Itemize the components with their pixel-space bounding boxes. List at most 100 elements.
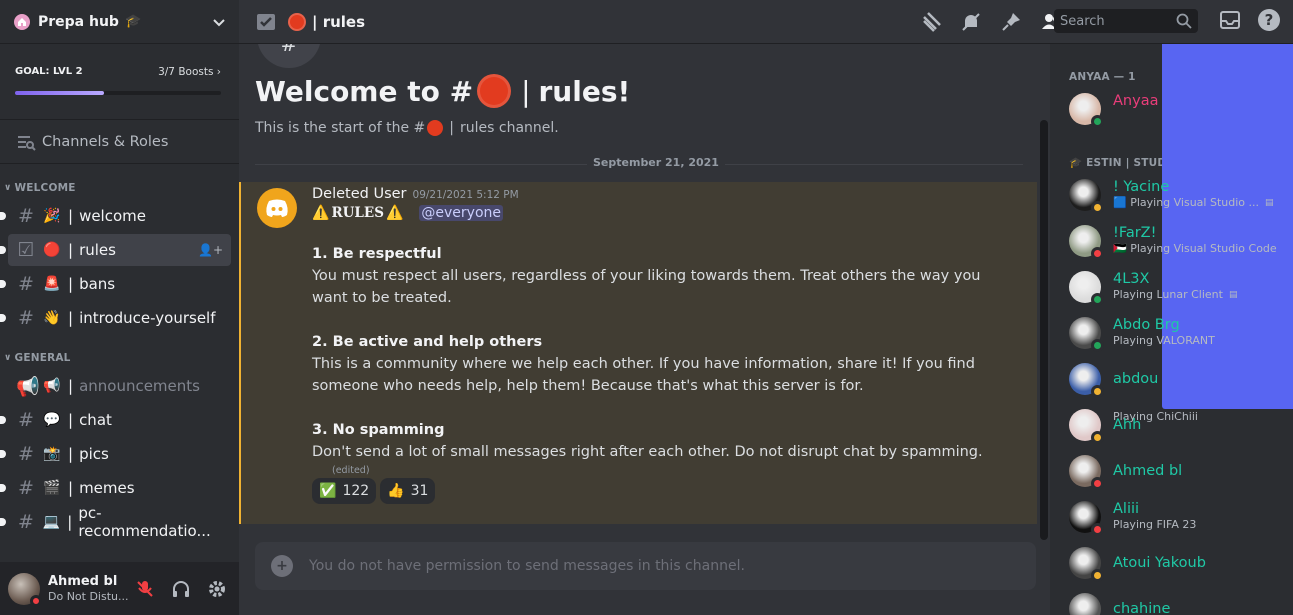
member-name: chahine: [1113, 601, 1171, 615]
red-circle-emoji: [288, 12, 306, 31]
user-avatar[interactable]: [8, 572, 42, 607]
member-item[interactable]: Abdo Brg Playing VALORANT: [1069, 312, 1215, 354]
everyone-mention[interactable]: @everyone: [419, 205, 504, 221]
channel-name: chat: [79, 411, 112, 429]
status-indicator: [1091, 293, 1104, 306]
message-item[interactable]: Deleted User 09/21/2021 5:12 PM ⚠️ RULES …: [239, 182, 1037, 524]
server-header[interactable]: Prepa hub 🎓: [0, 0, 239, 44]
member-name: ! Yacine: [1113, 179, 1170, 195]
channels-roles-button[interactable]: Channels & Roles: [0, 120, 239, 164]
member-name: abdou: [1113, 371, 1159, 387]
rich-presence-icon: ▤: [1265, 198, 1274, 208]
member-item[interactable]: Ahmed bl: [1069, 450, 1182, 492]
reaction-count: 31: [410, 483, 429, 499]
member-item[interactable]: abdou: [1069, 358, 1158, 400]
chevron-down-icon: ∨: [4, 183, 12, 193]
unread-indicator: [0, 416, 6, 424]
warning-icon: ⚠️: [385, 205, 404, 221]
member-name: Atoui Yakoub: [1113, 555, 1206, 571]
welcome-heading: Welcome to # | rules!: [255, 74, 631, 108]
thumbs-up-icon: 👍: [387, 483, 405, 499]
boost-goal[interactable]: GOAL: LVL 2 3/7 Boosts ›: [0, 44, 239, 120]
channel-emoji: 🔴: [43, 242, 61, 258]
boost-count: 3/7 Boosts: [158, 66, 214, 78]
member-activity: Playing FIFA 23: [1113, 518, 1197, 531]
svg-text:?: ?: [1265, 11, 1274, 29]
status-indicator: [1091, 569, 1104, 582]
category-welcome[interactable]: ∨ WELCOME: [0, 178, 239, 198]
reaction-count: 122: [342, 483, 370, 499]
member-name: Aliii: [1113, 501, 1140, 517]
chevron-down-icon: ∨: [4, 353, 12, 363]
chevron-down-icon[interactable]: [211, 14, 227, 30]
date-divider: September 21, 2021: [255, 156, 1023, 169]
category-general[interactable]: ∨ GENERAL: [0, 348, 239, 368]
member-item[interactable]: Aliii Playing FIFA 23: [1069, 496, 1196, 538]
threads-icon[interactable]: [919, 10, 943, 34]
channel-item[interactable]: # 💬 | chat: [0, 404, 231, 436]
member-activity: Playing Lunar Client: [1113, 288, 1223, 301]
welcome-sub-prefix: This is the start of the #: [255, 120, 426, 136]
notification-bell-muted-icon[interactable]: [959, 10, 983, 34]
chat-scrollbar[interactable]: [1040, 120, 1048, 540]
member-avatar: [1069, 547, 1104, 582]
rule-3-body: Don't send a lot of small messages right…: [312, 444, 983, 460]
member-list: ANYAA — 1 🎓 ESTIN | STUDENTS — 28 AnyaaA…: [1050, 44, 1293, 615]
pin-icon[interactable]: [999, 10, 1023, 34]
graduation-cap-icon: 🎓: [124, 14, 142, 29]
channel-emoji: 💬: [43, 412, 61, 428]
channel-name: rules: [79, 241, 116, 259]
search-input[interactable]: Search: [1054, 9, 1198, 33]
channel-item[interactable]: ☑ 🔴 | rules 👤+: [0, 234, 231, 266]
channels-roles-label: Channels & Roles: [42, 133, 169, 150]
author-avatar[interactable]: [257, 188, 297, 228]
channel-item[interactable]: # 💻 | pc-recommendatio...: [0, 504, 231, 540]
edited-label: (edited): [332, 465, 370, 476]
channel-item[interactable]: # 🎉 | welcome: [0, 200, 231, 232]
inbox-icon[interactable]: [1219, 9, 1241, 35]
channel-item[interactable]: # 🚨 | bans: [0, 268, 231, 300]
member-name: Ahmed bl: [1113, 463, 1183, 479]
member-avatar: [1069, 363, 1104, 398]
member-item[interactable]: Atoui Yakoub: [1069, 542, 1206, 584]
channel-welcome-icon: #: [257, 44, 321, 68]
member-item[interactable]: chahine: [1069, 588, 1170, 615]
member-item[interactable]: AnyaaAPPPlaying ChiChiii: [1069, 44, 1293, 423]
discord-app: Prepa hub 🎓 GOAL: LVL 2 3/7 Boosts › Cha…: [0, 0, 1293, 615]
help-icon[interactable]: ?: [1257, 8, 1281, 36]
member-avatar: [1069, 455, 1104, 490]
server-name: Prepa hub: [38, 13, 119, 30]
hashtag-icon: #: [18, 477, 34, 499]
status-indicator: [1091, 115, 1104, 128]
rules-channel-icon: ☑: [17, 239, 35, 261]
channel-name: announcements: [79, 377, 200, 395]
status-indicator: [1091, 431, 1104, 444]
goal-progress-fill: [15, 91, 104, 95]
channel-name: pc-recommendatio...: [78, 504, 211, 540]
member-item[interactable]: !FarZ! 🇵🇸 Playing Visual Studio Code: [1069, 220, 1277, 262]
member-avatar: [1069, 179, 1104, 214]
hashtag-icon: #: [17, 511, 34, 533]
mute-microphone-icon[interactable]: [129, 573, 161, 605]
user-panel: Ahmed bl Do Not Distu...: [0, 562, 239, 615]
channel-item[interactable]: # 👋 | introduce-yourself: [0, 302, 231, 334]
channel-emoji: 🎬: [43, 480, 61, 496]
headphones-icon[interactable]: [165, 573, 197, 605]
member-avatar: [1069, 271, 1104, 306]
gear-icon[interactable]: [201, 573, 233, 605]
channel-item[interactable]: # 🎬 | memes: [0, 472, 231, 504]
channel-item[interactable]: # 📸 | pics: [0, 438, 231, 470]
category-label: WELCOME: [14, 182, 76, 194]
unread-indicator: [0, 212, 6, 220]
reaction-thumbs-up[interactable]: 👍 31: [380, 478, 436, 504]
hashtag-icon: #: [18, 307, 34, 329]
member-item[interactable]: 4L3X Playing Lunar Client ▤: [1069, 266, 1237, 308]
message-author[interactable]: Deleted User: [312, 186, 407, 202]
member-item[interactable]: Ahh: [1069, 404, 1141, 446]
warning-icon: ⚠️: [312, 205, 330, 221]
reaction-check[interactable]: ✅ 122: [312, 478, 377, 504]
channel-item[interactable]: 📢 📢 | announcements: [8, 370, 231, 402]
add-member-icon[interactable]: 👤+: [198, 243, 223, 257]
member-item[interactable]: ! Yacine 🟦 Playing Visual Studio ... ▤: [1069, 174, 1274, 216]
welcome-subtitle: This is the start of the # | rules chann…: [255, 120, 559, 136]
